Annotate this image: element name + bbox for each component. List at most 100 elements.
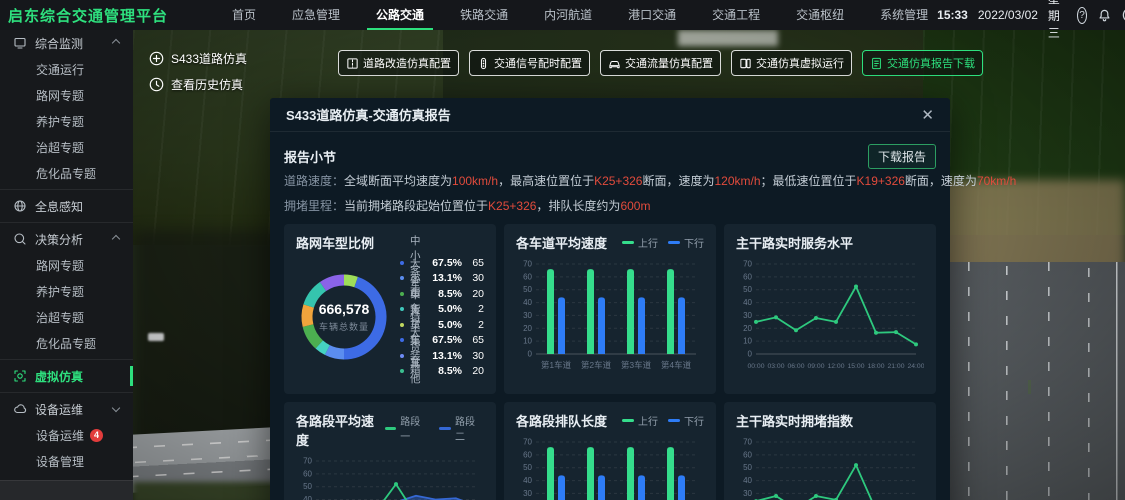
svg-text:06:00: 06:00 [787,363,804,370]
svg-text:60: 60 [303,469,312,478]
chart-card-congestion-index: 主干路实时拥堵指数010203040506070 [724,402,936,500]
sidebar-item-label: 综合监测 [35,35,83,52]
sidebar-item-16[interactable]: 设备管理 [0,448,133,474]
modal-body: 报告小节 下载报告 道路速度：全域断面平均速度为100km/h，最高速位置位于K… [270,132,950,500]
toolbar-button-label: 交通仿真报告下载 [887,55,975,71]
toolbar-button-4[interactable]: 交通仿真虚拟运行 [731,50,852,76]
report-text: ；最低速位置位于 [761,172,857,189]
nav-item-9[interactable]: 系统管理 [871,0,937,30]
simulation-links: S433道路仿真查看历史仿真 [149,50,247,93]
vehicle-type-count: 20 [462,365,484,377]
vehicle-type-percent: 8.5% [422,365,462,377]
sidebar-item-label: 治超专题 [36,309,84,326]
virtual-run-icon [739,57,752,70]
chevron-up-icon [112,235,120,243]
top-nav: 启东综合交通管理平台 首页应急管理公路交通铁路交通内河航道港口交通交通工程交通枢… [0,0,1125,30]
svg-text:50: 50 [523,463,532,472]
sidebar-item-4[interactable]: 养护专题 [0,108,133,134]
sidebar-item-5[interactable]: 治超专题 [0,134,133,160]
sidebar-item-7[interactable]: 全息感知 [0,193,133,219]
sidebar-divider [0,359,133,360]
app: 启东综合交通管理平台 首页应急管理公路交通铁路交通内河航道港口交通交通工程交通枢… [0,0,1125,500]
sidebar-item-2[interactable]: 交通运行 [0,56,133,82]
svg-text:10: 10 [743,337,752,346]
sidebar-item-14[interactable]: 设备运维 [0,396,133,422]
toolbar-button-3[interactable]: 交通流量仿真配置 [600,50,721,76]
svg-text:21:00: 21:00 [887,363,904,370]
simulation-toolbar: 道路改造仿真配置 交通信号配时配置交通流量仿真配置交通仿真虚拟运行 交通仿真报告下载 [338,50,983,76]
vehicle-total-label: 车辆总数量 [319,320,369,333]
sidebar-item-label: 路网专题 [36,257,84,274]
sidebar-item-6[interactable]: 危化品专题 [0,160,133,186]
help-icon[interactable]: ? [1077,7,1087,24]
legend-dot-icon [400,307,404,311]
legend-item[interactable]: 上行 [622,235,658,250]
map-link-label: S433道路仿真 [171,50,247,67]
close-icon[interactable]: ✕ [921,106,934,124]
sidebar-item-3[interactable]: 路网专题 [0,82,133,108]
chart-plot: 010203040506070 [516,432,704,500]
svg-text:00:00: 00:00 [747,363,764,370]
sidebar-item-1[interactable]: 综合监测 [0,30,133,56]
map-viewport[interactable]: S433道路仿真查看历史仿真 道路改造仿真配置交通信号配时配置交通流量仿真配置交… [133,30,1125,500]
legend-item[interactable]: 路段二 [439,413,484,443]
svg-text:70: 70 [303,457,312,466]
chevron-up-icon [112,39,120,47]
nav-item-3[interactable]: 公路交通 [367,0,433,30]
svg-text:18:00: 18:00 [867,363,884,370]
chart-card-segment-speed: 各路段平均速度路段一路段二010203040506070 [284,402,496,500]
toolbar-button-1[interactable]: 道路改造仿真配置 [338,50,459,76]
sidebar-item-13[interactable]: 虚拟仿真 [0,363,133,389]
legend-item[interactable]: 下行 [668,235,704,250]
sidebar-item-8[interactable]: 决策分析 [0,226,133,252]
svg-text:20: 20 [743,324,752,333]
nav-item-4[interactable]: 铁路交通 [451,0,517,30]
modal-title: S433道路仿真-交通仿真报告 [286,105,451,124]
road-icon [346,57,359,70]
download-report-button[interactable]: 下载报告 [868,144,936,169]
sidebar-item-15[interactable]: 设备运维4 [0,422,133,448]
sidebar-item-label: 设备管理 [36,453,84,470]
svg-text:60: 60 [523,272,532,281]
map-link-1[interactable]: S433道路仿真 [149,50,247,67]
nav-item-1[interactable]: 首页 [223,0,265,30]
toolbar-button-5[interactable]: 交通仿真报告下载 [862,50,983,76]
nav-item-5[interactable]: 内河航道 [535,0,601,30]
clock-weekday: 星期三 [1048,0,1067,41]
toolbar-button-label: 道路改造仿真配置 [363,55,451,71]
nav-item-7[interactable]: 交通工程 [703,0,769,30]
legend-item[interactable]: 下行 [668,413,704,428]
chart-plot: 01020304050607000:0003:0006:0009:0012:00… [736,254,924,385]
chart-legend: 上行下行 [622,411,704,428]
nav-item-2[interactable]: 应急管理 [283,0,349,30]
sidebar-item-9[interactable]: 路网专题 [0,252,133,278]
bell-icon[interactable] [1097,8,1112,23]
legend-item[interactable]: 路段一 [385,413,430,443]
chevron-down-icon [112,403,120,411]
sidebar-item-label: 路网专题 [36,87,84,104]
report-highlight-value: K25+326 [594,174,642,188]
vehicle-type-count: 30 [462,350,484,362]
chart-card-lane-speed: 各车道平均速度上行下行010203040506070第1车道第2车道第3车道第4… [504,224,716,394]
map-link-2[interactable]: 查看历史仿真 [149,76,247,93]
monitor-icon [13,36,27,50]
report-line-label: 拥堵里程： [284,197,344,214]
report-highlight-value: 120km/h [714,174,760,188]
notification-badge: 4 [90,429,103,442]
svg-text:70: 70 [743,260,752,269]
sidebar-divider [0,189,133,190]
vehicle-type-count: 20 [462,288,484,300]
sidebar-item-11[interactable]: 治超专题 [0,304,133,330]
chart-legend: 路段一路段二 [385,411,484,443]
vehicle-type-count: 2 [462,319,484,331]
nav-item-8[interactable]: 交通枢纽 [787,0,853,30]
nav-item-6[interactable]: 港口交通 [619,0,685,30]
svg-text:12:00: 12:00 [827,363,844,370]
svg-text:30: 30 [743,489,752,498]
sidebar-item-10[interactable]: 养护专题 [0,278,133,304]
sidebar-divider [0,392,133,393]
sidebar-item-label: 设备运维 [35,401,83,418]
legend-item[interactable]: 上行 [622,413,658,428]
sidebar-item-12[interactable]: 危化品专题 [0,330,133,356]
toolbar-button-2[interactable]: 交通信号配时配置 [469,50,590,76]
